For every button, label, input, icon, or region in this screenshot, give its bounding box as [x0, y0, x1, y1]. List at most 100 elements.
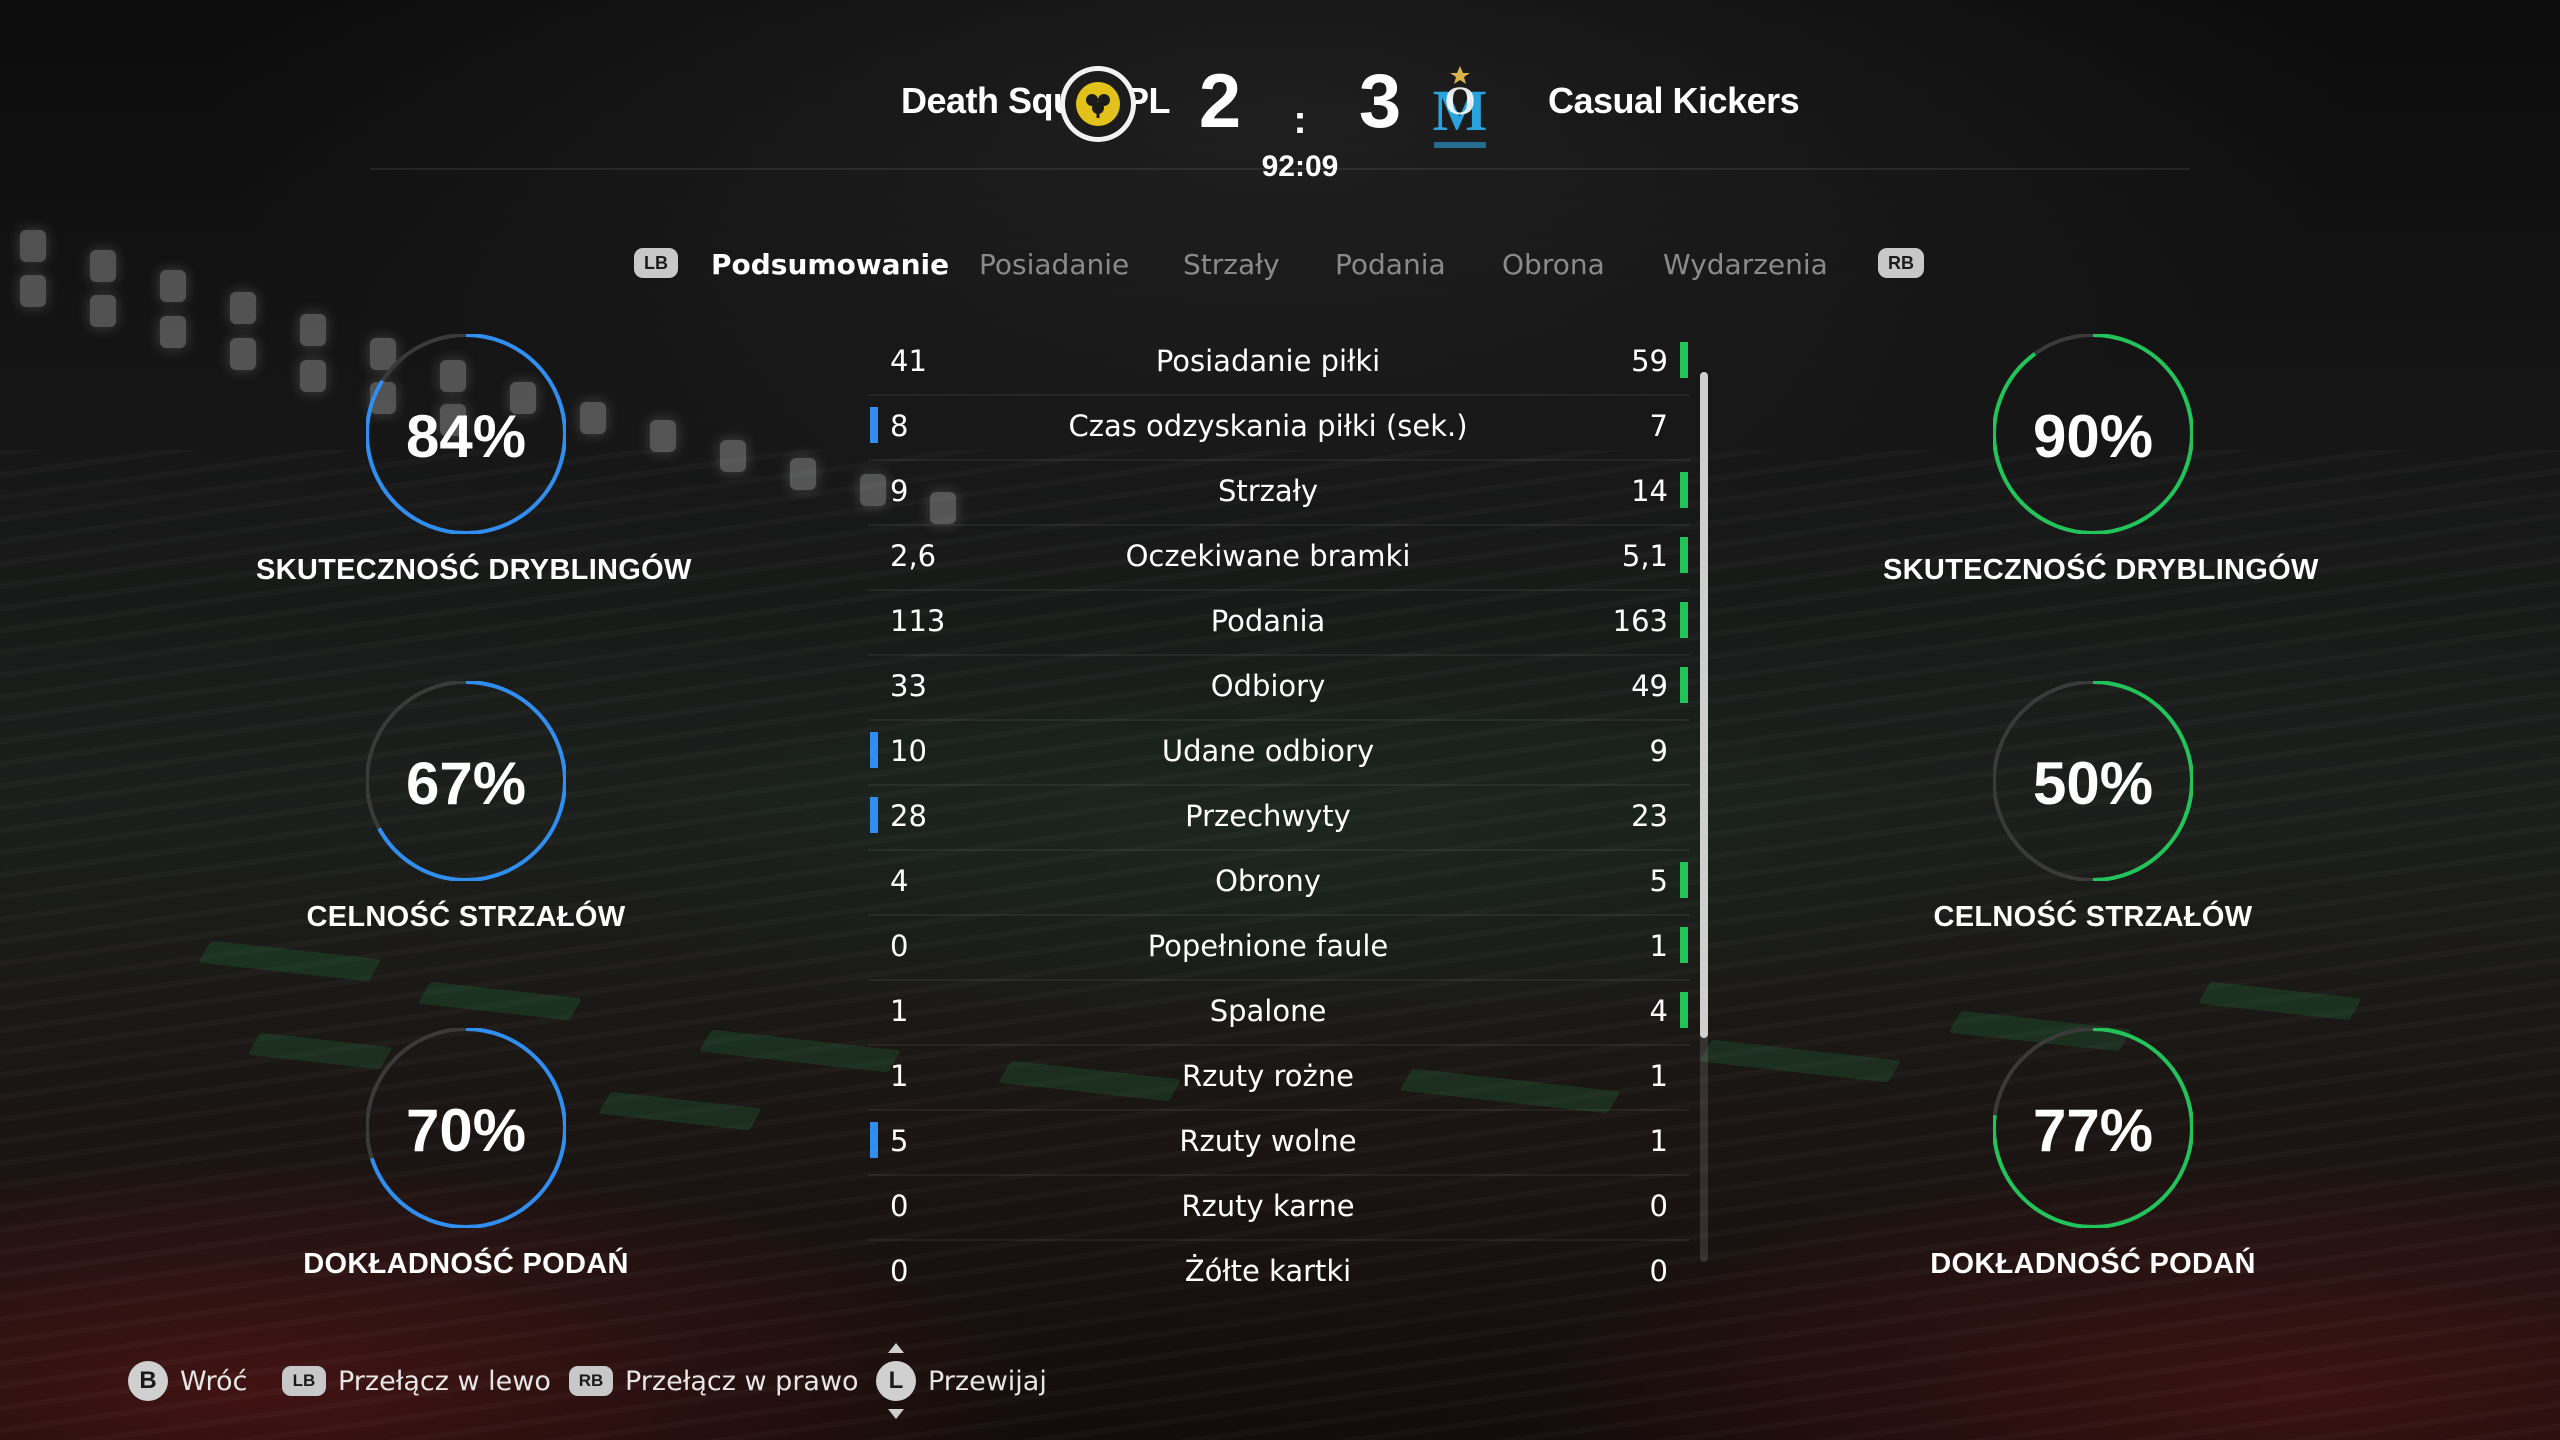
score-separator: : [1293, 98, 1307, 142]
home-stat-value: 33 [890, 669, 927, 703]
home-stat-value: 113 [890, 604, 946, 638]
home-score: 2 [1198, 59, 1242, 144]
home-stat-value: 28 [890, 799, 927, 833]
stat-row: 33 Odbiory 49 [868, 655, 1690, 721]
home-stat-value: 8 [890, 409, 909, 443]
stat-row: 10 Udane odbiory 9 [868, 720, 1690, 786]
stat-name: Czas odzyskania piłki (sek.) [1068, 409, 1468, 443]
stat-row: 0 Popełnione faule 1 [868, 915, 1690, 981]
match-header: Death Squad PL 2 : 3 M O Casual Kickers … [370, 40, 2190, 183]
arrow-down-icon [888, 1409, 904, 1419]
button-hints: B Wróć LB Przełącz w lewo RB Przełącz w … [128, 1343, 1228, 1419]
back-hint[interactable]: B Wróć [128, 1358, 247, 1404]
stat-row: 0 Żółte kartki 0 [868, 1240, 1690, 1304]
switch-left-hint[interactable]: LB Przełącz w lewo [282, 1358, 551, 1404]
lb-button-icon[interactable]: LB [634, 248, 678, 278]
home-stat-value: 0 [890, 1189, 909, 1223]
away-stat-value: 0 [1649, 1189, 1668, 1223]
away-leader-marker [1680, 472, 1688, 508]
tab-podsumowanie[interactable]: Podsumowanie [711, 248, 949, 281]
away-ring-dribbling: 90% SKUTECZNOŚĆ DRYBLINGÓW [1883, 334, 2318, 664]
scroll-hint[interactable]: L Przewijaj [876, 1343, 1047, 1419]
ring-percentage: 90% [2032, 403, 2154, 470]
tab-obrona[interactable]: Obrona [1502, 248, 1605, 281]
lb-button-icon: LB [282, 1366, 326, 1396]
stat-row: 2,6 Oczekiwane bramki 5,1 [868, 525, 1690, 591]
away-leader-marker [1680, 342, 1688, 378]
tab-podania[interactable]: Podania [1335, 248, 1446, 281]
b-button-icon: B [128, 1361, 168, 1401]
ad-board [1699, 1039, 1901, 1083]
ring-percentage: 84% [405, 403, 527, 470]
home-stat-value: 41 [890, 344, 927, 378]
ring-percentage: 67% [405, 750, 527, 817]
stats-scrollbar[interactable] [1700, 372, 1708, 1262]
tab-wydarzenia[interactable]: Wydarzenia [1663, 248, 1828, 281]
stat-name: Obrony [1215, 864, 1321, 898]
stat-name: Podania [1210, 604, 1326, 638]
rb-button-icon[interactable]: RB [1878, 248, 1924, 278]
scrollbar-thumb[interactable] [1700, 372, 1708, 1038]
stat-name: Rzuty karne [1181, 1189, 1355, 1223]
tab-posiadanie[interactable]: Posiadanie [979, 248, 1129, 281]
floodlight [90, 295, 116, 327]
ring-label: SKUTECZNOŚĆ DRYBLINGÓW [256, 554, 692, 586]
ring-label: CELNOŚĆ STRZAŁÓW [1933, 901, 2253, 933]
match-clock: 92:09 [1261, 150, 1339, 183]
stat-row: 1 Rzuty rożne 1 [868, 1045, 1690, 1111]
stat-name: Rzuty wolne [1179, 1124, 1357, 1158]
home-ring-shot-accuracy: 67% CELNOŚĆ STRZAŁÓW [256, 681, 676, 1011]
home-stat-value: 5 [890, 1124, 909, 1158]
away-stat-value: 1 [1649, 1124, 1668, 1158]
stats-tabs: LB Podsumowanie Posiadanie Strzały Podan… [0, 240, 2560, 290]
home-stat-value: 4 [890, 864, 909, 898]
ring-label: DOKŁADNOŚĆ PODAŃ [1930, 1248, 2256, 1280]
home-stat-value: 1 [890, 1059, 909, 1093]
ring-label: DOKŁADNOŚĆ PODAŃ [303, 1248, 629, 1280]
away-leader-marker [1680, 927, 1688, 963]
stat-row: 1 Spalone 4 [868, 980, 1690, 1046]
home-leader-marker [870, 407, 878, 443]
stat-row: 113 Podania 163 [868, 590, 1690, 656]
stat-row: 8 Czas odzyskania piłki (sek.) 7 [868, 395, 1690, 461]
stat-name: Spalone [1209, 994, 1327, 1028]
away-ring-pass-accuracy: 77% DOKŁADNOŚĆ PODAŃ [1883, 1028, 2303, 1358]
floodlight [720, 440, 746, 472]
away-stat-value: 49 [1631, 669, 1668, 703]
away-stat-value: 5,1 [1621, 539, 1668, 573]
away-stat-value: 0 [1649, 1254, 1668, 1288]
stat-row: 0 Rzuty karne 0 [868, 1175, 1690, 1241]
stat-name: Oczekiwane bramki [1125, 539, 1411, 573]
stat-row: 41 Posiadanie piłki 59 [868, 330, 1690, 396]
away-team-name: Casual Kickers [1548, 80, 1800, 121]
home-leader-marker [870, 797, 878, 833]
away-stat-value: 59 [1631, 344, 1668, 378]
floodlight [790, 458, 816, 490]
stat-name: Odbiory [1210, 669, 1326, 703]
floodlight [230, 292, 256, 324]
home-leader-marker [870, 1122, 878, 1158]
arrow-up-icon [888, 1343, 904, 1353]
switch-right-hint[interactable]: RB Przełącz w prawo [569, 1358, 859, 1404]
switch-right-label: Przełącz w prawo [625, 1365, 859, 1397]
away-leader-marker [1680, 537, 1688, 573]
away-stat-value: 9 [1649, 734, 1668, 768]
ring-percentage: 70% [405, 1097, 527, 1164]
away-stat-value: 163 [1612, 604, 1668, 638]
away-ring-shot-accuracy: 50% CELNOŚĆ STRZAŁÓW [1883, 681, 2303, 1011]
away-leader-marker [1680, 862, 1688, 898]
away-stat-value: 23 [1631, 799, 1668, 833]
stat-row: 28 Przechwyty 23 [868, 785, 1690, 851]
scroll-label: Przewijaj [928, 1365, 1047, 1397]
home-team-crest-icon [1058, 64, 1138, 144]
away-leader-marker [1680, 992, 1688, 1028]
stats-table[interactable]: 41 Posiadanie piłki 59 8 Czas odzyskania… [868, 330, 1690, 1300]
away-score: 3 [1358, 59, 1402, 144]
away-leader-marker [1680, 602, 1688, 638]
stat-name: Przechwyty [1185, 799, 1351, 833]
stat-name: Rzuty rożne [1182, 1059, 1354, 1093]
home-leader-marker [870, 732, 878, 768]
ring-label: CELNOŚĆ STRZAŁÓW [306, 901, 626, 933]
away-stat-value: 4 [1649, 994, 1668, 1028]
tab-strzaly[interactable]: Strzały [1183, 248, 1280, 281]
